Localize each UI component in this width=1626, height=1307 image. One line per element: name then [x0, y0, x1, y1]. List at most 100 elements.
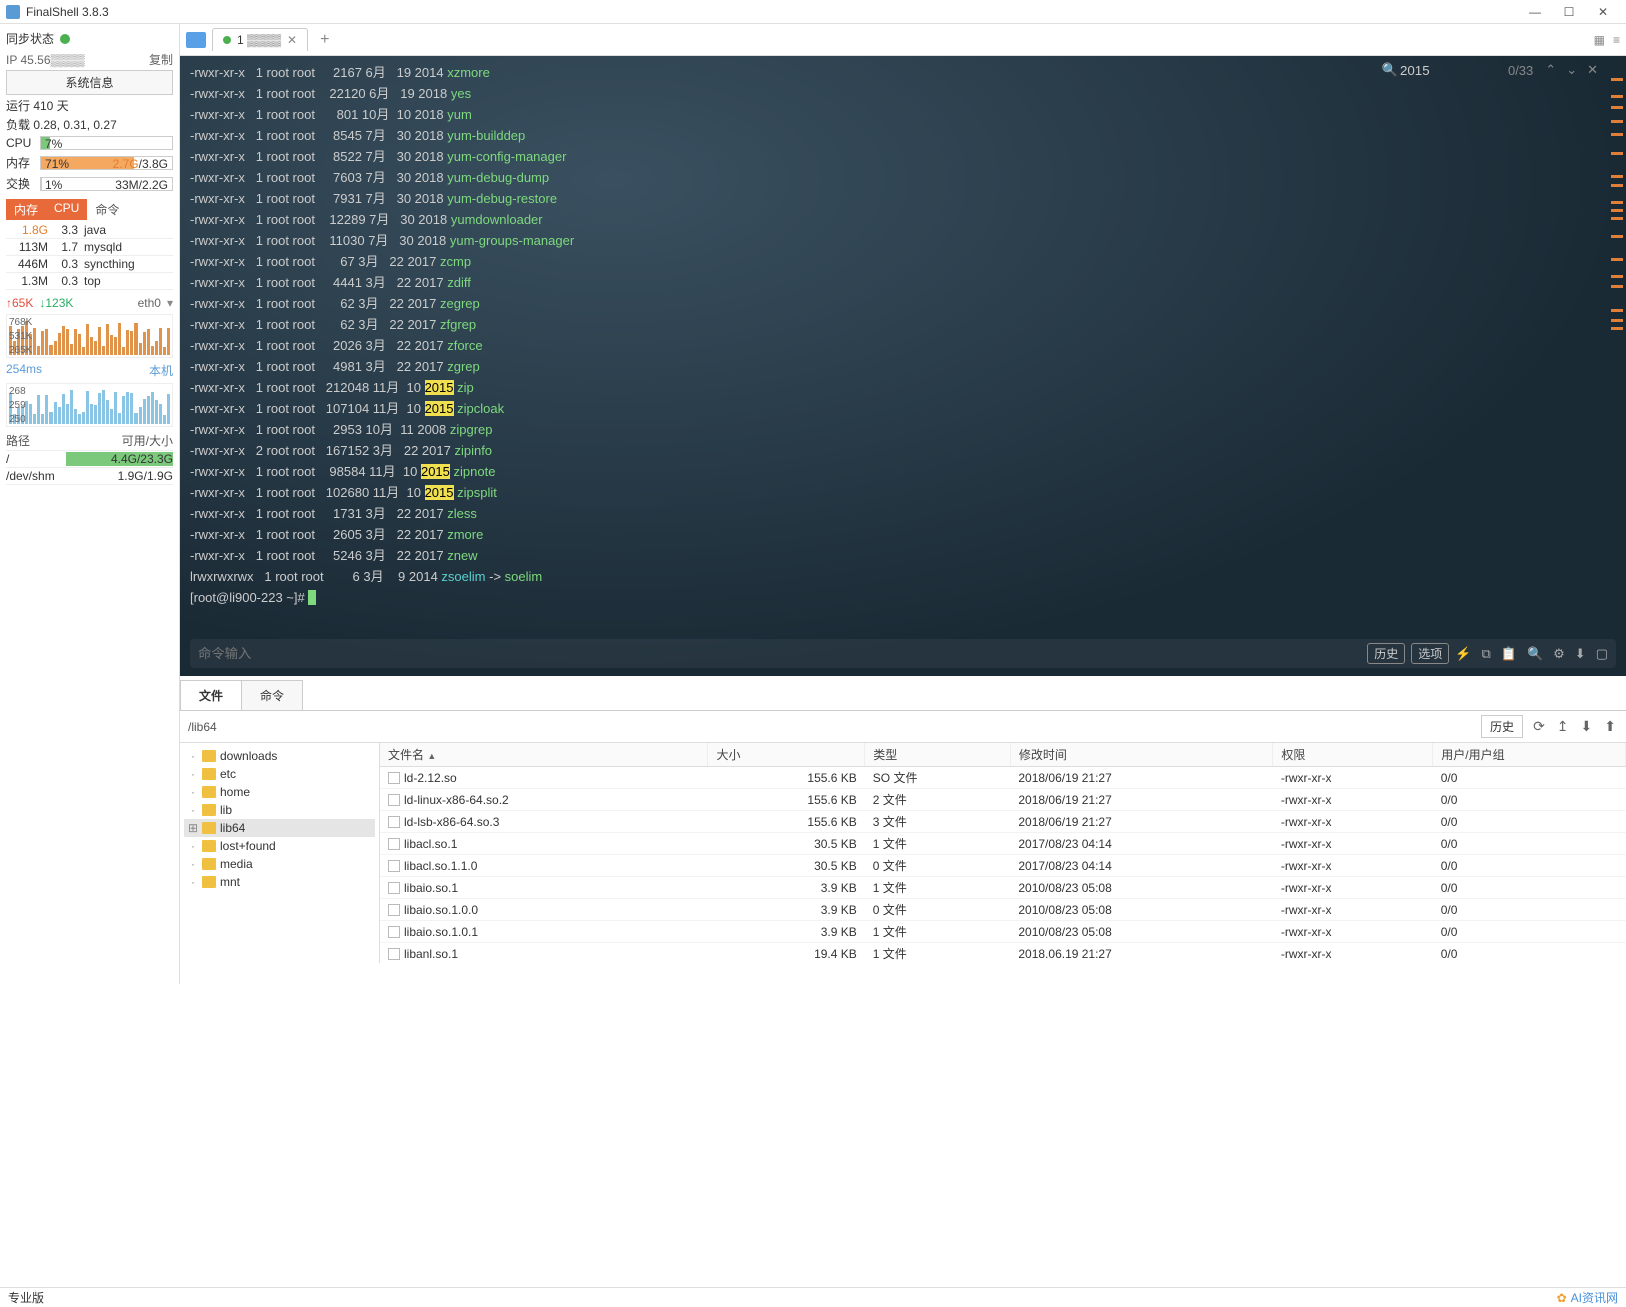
search-next-icon[interactable]: ⌄ — [1562, 62, 1581, 78]
path-history-button[interactable]: 历史 — [1481, 715, 1523, 738]
folder-tree[interactable]: ·downloads·etc·home·lib⊞lib64·lost+found… — [180, 743, 380, 963]
tree-node[interactable]: ·home — [184, 783, 375, 801]
connection-dot-icon — [223, 36, 231, 44]
titlebar: FinalShell 3.8.3 — ☐ ✕ — [0, 0, 1626, 24]
session-tab[interactable]: 1 ▒▒▒▒ ✕ — [212, 28, 308, 51]
terminal-line: -rwxr-xr-x 1 root root 12289 7月 30 2018 … — [190, 209, 1616, 230]
copy-icon[interactable]: ⧉ — [1481, 646, 1490, 662]
process-row[interactable]: 1.3M0.3top — [6, 273, 173, 290]
terminal-line: -rwxr-xr-x 1 root root 8522 7月 30 2018 y… — [190, 146, 1616, 167]
terminal[interactable]: 🔍 0/33 ⌃ ⌄ ✕ -rwxr-xr-x 1 root root 2167… — [180, 56, 1626, 676]
process-row[interactable]: 113M1.7mysqld — [6, 239, 173, 256]
history-button[interactable]: 历史 — [1367, 643, 1405, 664]
col-name[interactable]: 文件名 ▲ — [380, 743, 708, 767]
options-button[interactable]: 选项 — [1411, 643, 1449, 664]
col-size[interactable]: 大小 — [708, 743, 865, 767]
app-icon — [6, 5, 20, 19]
tree-node[interactable]: ·lost+found — [184, 837, 375, 855]
minimize-button[interactable]: — — [1518, 2, 1552, 22]
folder-icon[interactable] — [186, 32, 206, 48]
tree-node[interactable]: ·lib — [184, 801, 375, 819]
proc-tab-mem[interactable]: 内存 — [6, 199, 46, 220]
brand-logo: ✿AI资讯网 — [1557, 1289, 1618, 1306]
download-icon[interactable]: ⬇ — [1575, 646, 1586, 662]
file-row[interactable]: ld-2.12.so155.6 KBSO 文件2018/06/19 21:27-… — [380, 767, 1626, 789]
terminal-line: lrwxrwxrwx 1 root root 6 3月 9 2014 zsoel… — [190, 566, 1616, 587]
network-chart: 768K531K265K — [6, 314, 173, 358]
bolt-icon[interactable]: ⚡ — [1455, 646, 1471, 662]
grid-view-icon[interactable]: ▦ — [1594, 33, 1605, 47]
terminal-line: -rwxr-xr-x 1 root root 2605 3月 22 2017 z… — [190, 524, 1616, 545]
tab-files[interactable]: 文件 — [180, 680, 242, 710]
file-row[interactable]: libaio.so.1.0.13.9 KB1 文件2010/08/23 05:0… — [380, 921, 1626, 943]
command-input[interactable] — [198, 646, 1361, 661]
refresh-icon[interactable]: ⟳ — [1531, 718, 1547, 735]
col-perm[interactable]: 权限 — [1273, 743, 1433, 767]
upload-icon[interactable]: ⬆ — [1602, 718, 1618, 735]
proc-tab-cmd[interactable]: 命令 — [87, 199, 127, 220]
file-row[interactable]: ld-lsb-x86-64.so.3155.6 KB3 文件2018/06/19… — [380, 811, 1626, 833]
gear-icon[interactable]: ⚙ — [1553, 646, 1565, 662]
tab-label: 1 ▒▒▒▒ — [237, 33, 281, 47]
file-row[interactable]: ld-linux-x86-64.so.2155.6 KB2 文件2018/06/… — [380, 789, 1626, 811]
window-title: FinalShell 3.8.3 — [26, 5, 1518, 19]
terminal-search: 🔍 0/33 ⌃ ⌄ ✕ — [1382, 62, 1602, 78]
terminal-line: -rwxr-xr-x 1 root root 2953 10月 11 2008 … — [190, 419, 1616, 440]
file-row[interactable]: libaio.so.13.9 KB1 文件2010/08/23 05:08-rw… — [380, 877, 1626, 899]
list-view-icon[interactable]: ≡ — [1613, 33, 1620, 47]
tree-node[interactable]: ⊞lib64 — [184, 819, 375, 837]
maximize-button[interactable]: ☐ — [1552, 2, 1586, 22]
paste-icon[interactable]: 📋 — [1501, 646, 1517, 662]
terminal-line: -rwxr-xr-x 1 root root 212048 11月 10 201… — [190, 377, 1616, 398]
download-icon[interactable]: ⬇ — [1579, 718, 1595, 735]
search-icon[interactable]: 🔍 — [1527, 646, 1543, 662]
file-row[interactable]: libanl.so.119.4 KB1 文件2018.06.19 21:27-r… — [380, 943, 1626, 964]
tree-node[interactable]: ·media — [184, 855, 375, 873]
process-row[interactable]: 446M0.3syncthing — [6, 256, 173, 273]
search-prev-icon[interactable]: ⌃ — [1541, 62, 1560, 78]
tree-node[interactable]: ·downloads — [184, 747, 375, 765]
terminal-line: -rwxr-xr-x 2 root root 167152 3月 22 2017… — [190, 440, 1616, 461]
terminal-line: -rwxr-xr-x 1 root root 98584 11月 10 2015… — [190, 461, 1616, 482]
sync-label: 同步状态 — [6, 30, 54, 47]
tree-node[interactable]: ·etc — [184, 765, 375, 783]
search-count: 0/33 — [1508, 63, 1533, 78]
lower-tabs: 文件 命令 — [180, 676, 1626, 711]
terminal-line: -rwxr-xr-x 1 root root 11030 7月 30 2018 … — [190, 230, 1616, 251]
search-icon: 🔍 — [1382, 62, 1398, 78]
tree-node[interactable]: ·mnt — [184, 873, 375, 891]
process-row[interactable]: 1.8G3.3java — [6, 222, 173, 239]
terminal-line: -rwxr-xr-x 1 root root 22120 6月 19 2018 … — [190, 83, 1616, 104]
file-row[interactable]: libacl.so.1.1.030.5 KB0 文件2017/08/23 04:… — [380, 855, 1626, 877]
terminal-line: -rwxr-xr-x 1 root root 102680 11月 10 201… — [190, 482, 1616, 503]
process-table: 1.8G3.3java113M1.7mysqld446M0.3syncthing… — [6, 222, 173, 290]
minimap[interactable] — [1611, 66, 1623, 616]
terminal-line: -rwxr-xr-x 1 root root 62 3月 22 2017 zeg… — [190, 293, 1616, 314]
col-owner[interactable]: 用户/用户组 — [1433, 743, 1626, 767]
terminal-line: -rwxr-xr-x 1 root root 801 10月 10 2018 y… — [190, 104, 1616, 125]
file-list[interactable]: 文件名 ▲ 大小 类型 修改时间 权限 用户/用户组 ld-2.12.so155… — [380, 743, 1626, 963]
fullscreen-icon[interactable]: ▢ — [1596, 646, 1608, 662]
ping-row: 254ms本机 — [6, 362, 173, 379]
proc-tab-cpu[interactable]: CPU — [46, 199, 87, 220]
col-type[interactable]: 类型 — [865, 743, 1011, 767]
terminal-line: -rwxr-xr-x 1 root root 62 3月 22 2017 zfg… — [190, 314, 1616, 335]
load-text: 负载 0.28, 0.31, 0.27 — [6, 116, 173, 133]
close-button[interactable]: ✕ — [1586, 2, 1620, 22]
file-row[interactable]: libacl.so.130.5 KB1 文件2017/08/23 04:14-r… — [380, 833, 1626, 855]
tab-commands[interactable]: 命令 — [241, 680, 303, 710]
search-input[interactable] — [1400, 63, 1500, 78]
col-mtime[interactable]: 修改时间 — [1010, 743, 1272, 767]
disk-row: /4.4G/23.3G — [6, 451, 173, 468]
copy-button[interactable]: 复制 — [149, 51, 173, 68]
tab-close-icon[interactable]: ✕ — [287, 33, 297, 47]
sync-status-dot — [60, 34, 70, 44]
up-icon[interactable]: ↥ — [1555, 718, 1571, 735]
search-close-icon[interactable]: ✕ — [1583, 62, 1602, 78]
edition-label: 专业版 — [8, 1289, 44, 1306]
file-row[interactable]: libaio.so.1.0.03.9 KB0 文件2010/08/23 05:0… — [380, 899, 1626, 921]
add-tab-button[interactable]: + — [314, 31, 335, 49]
prompt-line: [root@li900-223 ~]# _ — [190, 587, 1616, 608]
disk-row: /dev/shm1.9G/1.9G — [6, 468, 173, 485]
system-info-button[interactable]: 系统信息 — [6, 70, 173, 95]
